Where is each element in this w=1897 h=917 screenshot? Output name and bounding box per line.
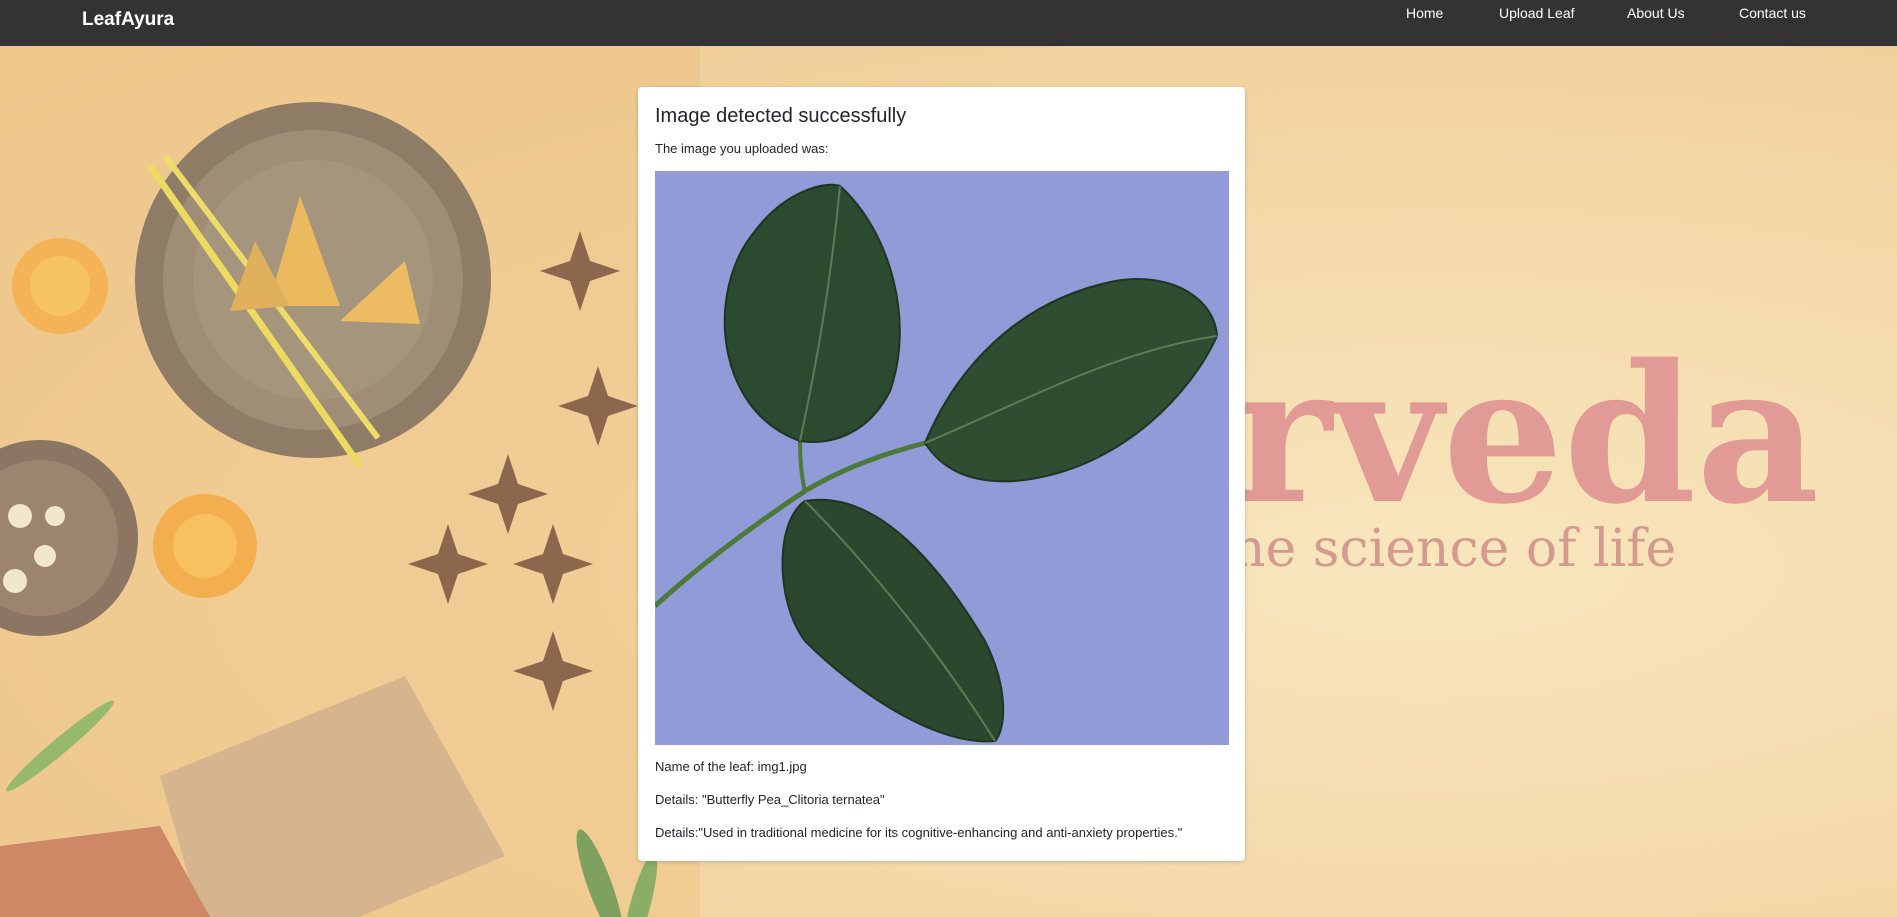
card-title: Image detected successfully bbox=[655, 105, 907, 127]
leaf-details-name: Details: "Butterfly Pea_Clitoria ternate… bbox=[655, 792, 885, 807]
nav-about-us-link[interactable]: About Us bbox=[1627, 5, 1685, 21]
result-card: Image detected successfully The image yo… bbox=[638, 87, 1245, 861]
nav-home-link[interactable]: Home bbox=[1406, 5, 1443, 21]
nav-upload-leaf-link[interactable]: Upload Leaf bbox=[1499, 5, 1575, 21]
brand-logo[interactable]: LeafAyura bbox=[82, 9, 174, 31]
card-subtitle: The image you uploaded was: bbox=[655, 141, 829, 156]
leaf-name-text: Name of the leaf: img1.jpg bbox=[655, 759, 807, 774]
nav-contact-us-link[interactable]: Contact us bbox=[1739, 5, 1806, 21]
leaf-details-usage: Details:"Used in traditional medicine fo… bbox=[655, 825, 1183, 840]
uploaded-leaf-image bbox=[655, 171, 1229, 745]
navbar: LeafAyura Home Upload Leaf About Us Cont… bbox=[0, 0, 1897, 46]
